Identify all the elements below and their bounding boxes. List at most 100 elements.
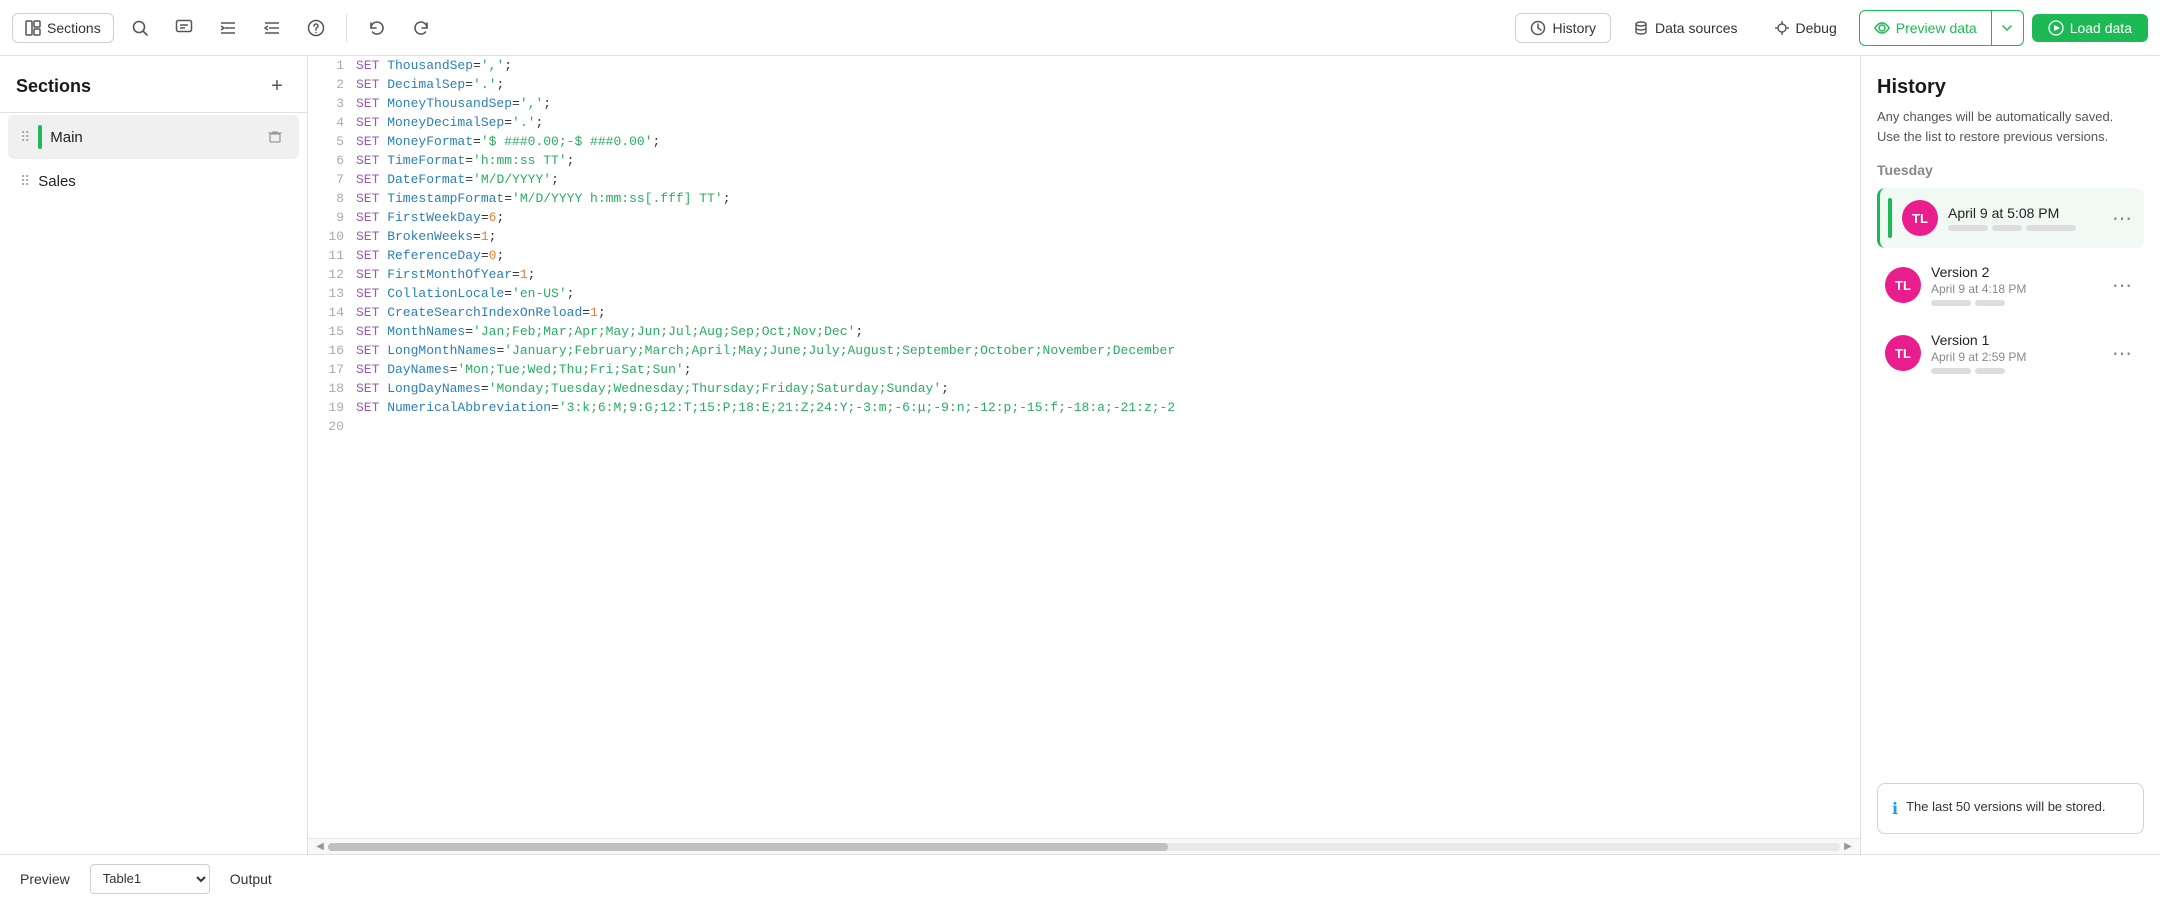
line-code[interactable]: SET BrokenWeeks=1; <box>356 227 1860 246</box>
sidebar-item-main[interactable]: ⠿ Main <box>8 115 299 159</box>
line-code[interactable]: SET FirstWeekDay=6; <box>356 208 1860 227</box>
indent-icon <box>219 19 237 37</box>
undo-icon <box>368 19 386 37</box>
history-item-current[interactable]: TL April 9 at 5:08 PM ⋯ <box>1877 188 2144 248</box>
line-number: 8 <box>308 189 356 208</box>
history-button[interactable]: History <box>1515 13 1611 43</box>
horizontal-scrollbar[interactable]: ◀ ▶ <box>308 838 1860 854</box>
line-code[interactable]: SET TimestampFormat='M/D/YYYY h:mm:ss[.f… <box>356 189 1860 208</box>
line-code[interactable]: SET MoneyDecimalSep='.'; <box>356 113 1860 132</box>
line-code[interactable] <box>356 417 1860 436</box>
preview-block <box>1975 368 2005 374</box>
preview-data-button[interactable]: Preview data <box>1859 10 1992 46</box>
preview-block <box>1992 225 2022 231</box>
history-info-v1: Version 1 April 9 at 2:59 PM <box>1931 332 2098 374</box>
code-line: 18SET LongDayNames='Monday;Tuesday;Wedne… <box>308 379 1860 398</box>
code-line: 20 <box>308 417 1860 436</box>
history-desc-line2: Use the list to restore previous version… <box>1877 129 2108 144</box>
line-number: 1 <box>308 56 356 75</box>
trash-icon <box>268 130 282 144</box>
history-day-label: Tuesday <box>1877 162 2144 178</box>
outdent-icon <box>263 19 281 37</box>
scroll-right-arrow[interactable]: ▶ <box>1840 841 1856 852</box>
code-line: 6SET TimeFormat='h:mm:ss TT'; <box>308 151 1860 170</box>
line-code[interactable]: SET NumericalAbbreviation='3:k;6:M;9:G;1… <box>356 398 1860 417</box>
undo-button[interactable] <box>359 10 395 46</box>
line-number: 19 <box>308 398 356 417</box>
code-line: 19SET NumericalAbbreviation='3:k;6:M;9:G… <box>308 398 1860 417</box>
debug-button[interactable]: Debug <box>1760 14 1851 42</box>
load-data-label: Load data <box>2070 20 2132 36</box>
datasources-button-label: Data sources <box>1655 20 1737 36</box>
line-number: 6 <box>308 151 356 170</box>
bottom-bar: Preview Table1 Output <box>0 854 2160 902</box>
history-notice-text: The last 50 versions will be stored. <box>1906 798 2105 816</box>
load-data-button[interactable]: Load data <box>2032 14 2148 42</box>
preview-block <box>1931 368 1971 374</box>
history-description: Any changes will be automatically saved.… <box>1877 107 2144 146</box>
line-number: 17 <box>308 360 356 379</box>
line-code[interactable]: SET DateFormat='M/D/YYYY'; <box>356 170 1860 189</box>
line-code[interactable]: SET MoneyFormat='$ ###0.00;-$ ###0.00'; <box>356 132 1860 151</box>
sidebar-item-sales[interactable]: ⠿ Sales <box>8 163 299 200</box>
code-line: 1SET ThousandSep=','; <box>308 56 1860 75</box>
code-line: 3SET MoneyThousandSep=','; <box>308 94 1860 113</box>
sections-toggle-button[interactable]: Sections <box>12 13 114 43</box>
line-number: 7 <box>308 170 356 189</box>
history-v2-preview <box>1931 300 2098 306</box>
line-code[interactable]: SET MoneyThousandSep=','; <box>356 94 1860 113</box>
preview-data-label: Preview data <box>1896 20 1977 36</box>
scrollbar-thumb[interactable] <box>328 843 1168 851</box>
help-button[interactable] <box>298 10 334 46</box>
line-code[interactable]: SET ThousandSep=','; <box>356 56 1860 75</box>
code-editor[interactable]: 1SET ThousandSep=',';2SET DecimalSep='.'… <box>308 56 1860 838</box>
history-avatar-v1: TL <box>1885 335 1921 371</box>
search-icon <box>131 19 149 37</box>
preview-dropdown-button[interactable] <box>1992 10 2024 46</box>
code-line: 16SET LongMonthNames='January;February;M… <box>308 341 1860 360</box>
history-v1-more-button[interactable]: ⋯ <box>2108 339 2136 367</box>
history-icon <box>1530 20 1546 36</box>
history-v2-more-button[interactable]: ⋯ <box>2108 271 2136 299</box>
code-line: 8SET TimestampFormat='M/D/YYYY h:mm:ss[.… <box>308 189 1860 208</box>
delete-main-button[interactable] <box>263 125 287 149</box>
code-line: 10SET BrokenWeeks=1; <box>308 227 1860 246</box>
line-code[interactable]: SET FirstMonthOfYear=1; <box>356 265 1860 284</box>
line-code[interactable]: SET MonthNames='Jan;Feb;Mar;Apr;May;Jun;… <box>356 322 1860 341</box>
line-code[interactable]: SET CreateSearchIndexOnReload=1; <box>356 303 1860 322</box>
redo-button[interactable] <box>403 10 439 46</box>
scrollbar-track[interactable] <box>328 843 1840 851</box>
history-notice: ℹ The last 50 versions will be stored. <box>1877 783 2144 834</box>
comment-button[interactable] <box>166 10 202 46</box>
line-code[interactable]: SET ReferenceDay=0; <box>356 246 1860 265</box>
line-code[interactable]: SET CollationLocale='en-US'; <box>356 284 1860 303</box>
code-line: 12SET FirstMonthOfYear=1; <box>308 265 1860 284</box>
main-area: Sections + ⠿ Main ⠿ Sales 1SET ThousandS… <box>0 56 2160 854</box>
scroll-left-arrow[interactable]: ◀ <box>312 841 328 852</box>
outdent-button[interactable] <box>254 10 290 46</box>
history-current-more-button[interactable]: ⋯ <box>2108 204 2136 232</box>
code-line: 5SET MoneyFormat='$ ###0.00;-$ ###0.00'; <box>308 132 1860 151</box>
help-icon <box>307 19 325 37</box>
indent-button[interactable] <box>210 10 246 46</box>
output-tab-button[interactable]: Output <box>222 867 280 891</box>
sidebar-header: Sections + <box>0 56 307 113</box>
history-info-current: April 9 at 5:08 PM <box>1948 205 2098 231</box>
code-line: 11SET ReferenceDay=0; <box>308 246 1860 265</box>
debug-button-label: Debug <box>1796 20 1837 36</box>
datasources-button[interactable]: Data sources <box>1619 14 1751 42</box>
line-code[interactable]: SET LongMonthNames='January;February;Mar… <box>356 341 1860 360</box>
line-code[interactable]: SET TimeFormat='h:mm:ss TT'; <box>356 151 1860 170</box>
history-v2-date: April 9 at 4:18 PM <box>1931 282 2098 296</box>
line-code[interactable]: SET DecimalSep='.'; <box>356 75 1860 94</box>
add-section-button[interactable]: + <box>263 72 291 100</box>
line-code[interactable]: SET DayNames='Mon;Tue;Wed;Thu;Fri;Sat;Su… <box>356 360 1860 379</box>
line-number: 15 <box>308 322 356 341</box>
line-code[interactable]: SET LongDayNames='Monday;Tuesday;Wednesd… <box>356 379 1860 398</box>
preview-tab-button[interactable]: Preview <box>12 867 78 891</box>
history-item-v1[interactable]: TL Version 1 April 9 at 2:59 PM ⋯ <box>1877 322 2144 384</box>
table-select[interactable]: Table1 <box>90 864 210 894</box>
search-button[interactable] <box>122 10 158 46</box>
code-line: 9SET FirstWeekDay=6; <box>308 208 1860 227</box>
history-item-v2[interactable]: TL Version 2 April 9 at 4:18 PM ⋯ <box>1877 254 2144 316</box>
